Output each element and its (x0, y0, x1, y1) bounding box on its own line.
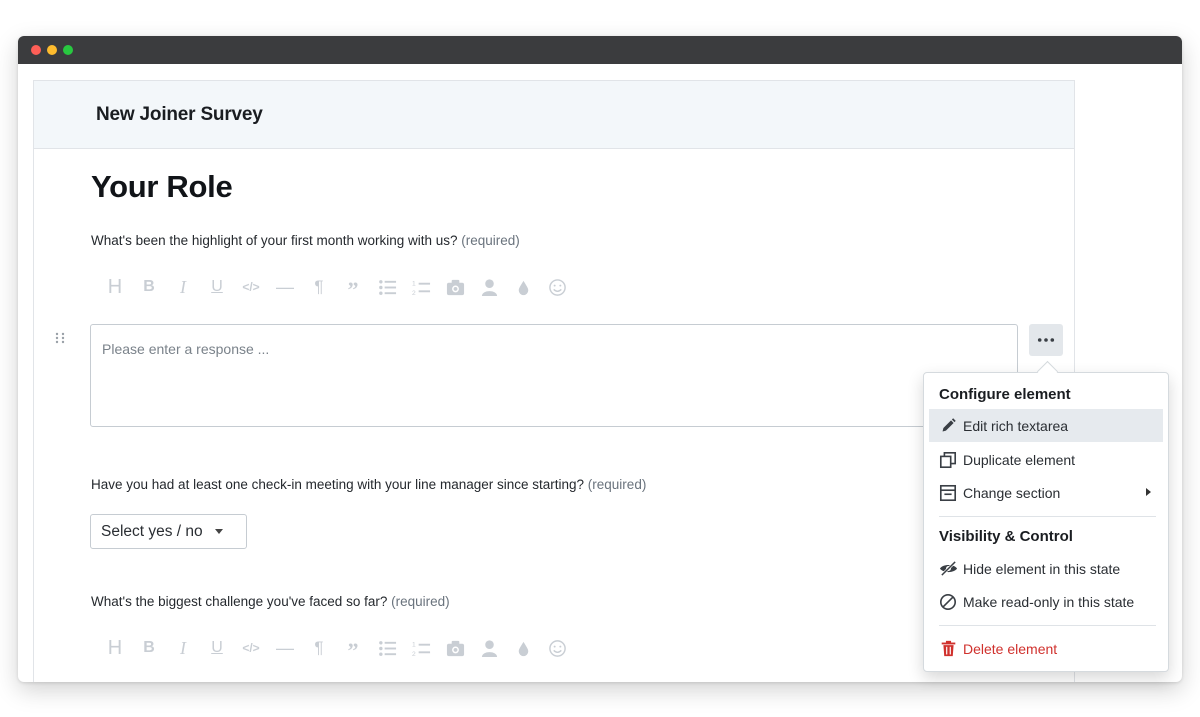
question-3-required: (required) (391, 594, 450, 609)
question-1-label: What's been the highlight of your first … (91, 233, 520, 248)
element-options-button[interactable] (1029, 324, 1063, 356)
rich-text-toolbar-2: H B I U </> — ¶ ” 12 (98, 636, 574, 663)
menu-item-hide-element[interactable]: Hide element in this state (929, 552, 1163, 585)
color-drop-icon[interactable] (506, 636, 540, 660)
bold-icon[interactable]: B (132, 636, 166, 660)
pencil-icon (938, 416, 958, 436)
quote-icon[interactable]: ” (336, 275, 370, 302)
menu-divider (939, 516, 1156, 517)
survey-header: New Joiner Survey (34, 81, 1074, 149)
maximize-window-button[interactable] (63, 45, 73, 55)
drag-handle-icon[interactable] (54, 331, 66, 349)
survey-title: New Joiner Survey (96, 103, 263, 125)
eye-slash-icon (938, 559, 958, 579)
menu-item-label: Delete element (963, 640, 1058, 657)
ban-icon (938, 592, 958, 612)
section-icon (938, 483, 958, 503)
heading-icon[interactable]: H (98, 275, 132, 299)
image-icon[interactable] (438, 275, 472, 299)
horizontal-rule-icon[interactable]: — (268, 636, 302, 660)
quote-icon[interactable]: ” (336, 636, 370, 663)
bullet-list-icon[interactable] (370, 275, 404, 299)
duplicate-icon (938, 450, 958, 470)
image-icon[interactable] (438, 636, 472, 660)
paragraph-icon[interactable]: ¶ (302, 275, 336, 299)
emoji-icon[interactable] (540, 636, 574, 660)
menu-item-label: Make read-only in this state (963, 593, 1135, 610)
paragraph-icon[interactable]: ¶ (302, 636, 336, 660)
menu-item-change-section[interactable]: Change section (929, 476, 1163, 509)
menu-divider (939, 625, 1156, 626)
horizontal-rule-icon[interactable]: — (268, 275, 302, 299)
chevron-down-icon (214, 529, 223, 534)
italic-icon[interactable]: I (166, 636, 200, 660)
menu-heading-visibility: Visibility & Control (939, 528, 1073, 545)
question-2-required: (required) (587, 477, 647, 492)
section-title: Your Role (91, 169, 233, 204)
textarea-placeholder: Please enter a response ... (102, 341, 270, 357)
svg-text:2: 2 (412, 651, 416, 658)
question-1-text: What's been the highlight of your first … (91, 233, 458, 248)
code-icon[interactable]: </> (234, 636, 268, 660)
menu-heading-configure: Configure element (939, 386, 1071, 403)
close-window-button[interactable] (31, 45, 41, 55)
heading-icon[interactable]: H (98, 636, 132, 660)
window-titlebar (18, 36, 1182, 64)
menu-item-label: Duplicate element (963, 451, 1076, 468)
select-value: Select yes / no (101, 522, 203, 540)
rich-text-toolbar-1: H B I U </> — ¶ ” 12 (98, 275, 574, 302)
person-icon[interactable] (472, 275, 506, 299)
menu-item-edit-rich-textarea[interactable]: Edit rich textarea (929, 409, 1163, 442)
underline-icon[interactable]: U (200, 275, 234, 299)
code-icon[interactable]: </> (234, 275, 268, 299)
underline-icon[interactable]: U (200, 636, 234, 660)
question-3-label: What's the biggest challenge you've face… (91, 594, 450, 609)
color-drop-icon[interactable] (506, 275, 540, 299)
more-options-icon (1037, 338, 1055, 342)
trash-icon (938, 639, 958, 659)
svg-text:1: 1 (412, 280, 416, 287)
menu-item-label: Edit rich textarea (963, 417, 1069, 434)
menu-item-duplicate-element[interactable]: Duplicate element (929, 443, 1163, 476)
yes-no-select[interactable]: Select yes / no (90, 514, 247, 549)
survey-card: New Joiner Survey Your Role What's been … (33, 80, 1075, 682)
numbered-list-icon[interactable]: 12 (404, 275, 438, 299)
response-textarea[interactable]: Please enter a response ... (90, 324, 1018, 427)
italic-icon[interactable]: I (166, 275, 200, 299)
numbered-list-icon[interactable]: 12 (404, 636, 438, 660)
bold-icon[interactable]: B (132, 275, 166, 299)
menu-item-delete-element[interactable]: Delete element (929, 632, 1163, 665)
svg-text:2: 2 (412, 290, 416, 297)
question-2-text: Have you had at least one check-in meeti… (91, 477, 585, 492)
person-icon[interactable] (472, 636, 506, 660)
emoji-icon[interactable] (540, 275, 574, 299)
svg-text:1: 1 (412, 641, 416, 648)
minimize-window-button[interactable] (47, 45, 57, 55)
bullet-list-icon[interactable] (370, 636, 404, 660)
configure-element-menu: Configure element Edit rich textarea Dup… (923, 372, 1169, 672)
chevron-right-icon (1146, 488, 1151, 496)
question-2-label: Have you had at least one check-in meeti… (91, 477, 646, 492)
question-3-text: What's the biggest challenge you've face… (91, 594, 388, 609)
menu-item-make-read-only[interactable]: Make read-only in this state (929, 585, 1163, 618)
menu-item-label: Hide element in this state (963, 560, 1121, 577)
menu-item-label: Change section (963, 484, 1061, 501)
question-1-required: (required) (461, 233, 520, 248)
